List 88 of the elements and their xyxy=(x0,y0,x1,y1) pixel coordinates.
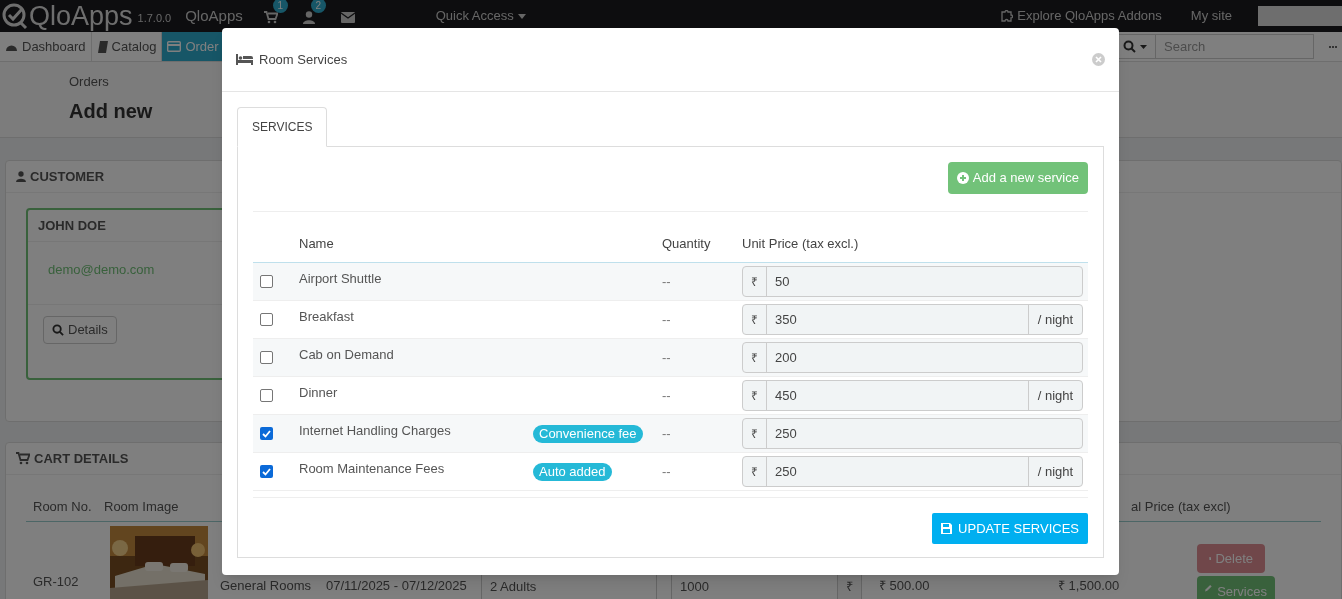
currency-addon: ₹ xyxy=(743,419,767,448)
price-value: 50 xyxy=(774,272,791,291)
more-icon[interactable] xyxy=(1329,45,1337,48)
notification-badge: 2 xyxy=(310,0,326,13)
pencil-icon xyxy=(1205,582,1214,594)
shop-link[interactable]: QloApps xyxy=(185,4,243,28)
table-cell: ₹ 1,500.00 xyxy=(1058,578,1120,593)
price-value: 250 xyxy=(774,462,798,481)
service-tag: Auto added xyxy=(533,462,612,481)
price-value: 450 xyxy=(774,386,798,405)
checkbox[interactable] xyxy=(260,275,273,288)
price-field[interactable]: ₹ 250 / night xyxy=(742,456,1083,487)
currency-addon: ₹ xyxy=(743,381,767,410)
caret-icon xyxy=(1140,44,1147,49)
page-title: Add new xyxy=(69,98,154,124)
price-field[interactable]: ₹ 50 xyxy=(742,266,1083,297)
column-header: Room Image xyxy=(104,498,180,516)
checkbox[interactable] xyxy=(260,313,273,326)
table-cell-text: GR-102 xyxy=(32,573,80,591)
my-site-link[interactable]: My site xyxy=(1190,6,1232,26)
logo-text: QloApps xyxy=(29,2,133,30)
price-field[interactable]: ₹ 450 / night xyxy=(742,380,1083,411)
quantity-cell-text: -- xyxy=(662,272,672,291)
table-cell: 07/11/2025 - 07/12/2025 xyxy=(326,578,467,593)
cart-icon[interactable] xyxy=(263,11,278,24)
quantity-cell-text: -- xyxy=(662,424,672,443)
bed-icon xyxy=(236,54,253,65)
tab[interactable]: SERVICES xyxy=(237,107,328,147)
unit-addon: / night xyxy=(1028,381,1082,410)
checkbox[interactable] xyxy=(260,389,273,402)
price-value: 350 xyxy=(774,310,798,329)
price-field[interactable]: ₹ 250 xyxy=(742,418,1083,449)
price-value: 200 xyxy=(774,348,798,367)
price-field[interactable]: ₹ 200 xyxy=(742,342,1083,373)
checkbox[interactable] xyxy=(260,465,273,478)
column-header: al Price (tax excl) xyxy=(1131,498,1232,516)
search-icon[interactable] xyxy=(1123,40,1136,53)
user-icon[interactable] xyxy=(302,11,315,24)
service-name: Internet Handling Charges xyxy=(299,422,452,440)
quick-access-menu[interactable]: Quick Access xyxy=(435,6,526,26)
card-icon xyxy=(167,41,182,52)
service-name: Airport Shuttle xyxy=(299,270,383,288)
update-services-button[interactable]: UPDATE SERVICES xyxy=(932,513,1088,544)
addons-link[interactable]: Explore QloApps Addons xyxy=(1000,6,1162,26)
logo-icon[interactable] xyxy=(1,2,29,30)
caret-icon xyxy=(517,13,526,19)
cart-icon[interactable] xyxy=(16,452,30,465)
version-text: 1.7.0.0 xyxy=(137,10,172,26)
service-name: Breakfast xyxy=(299,308,355,326)
customer-name: JOHN DOE xyxy=(38,216,106,235)
currency-addon: ₹ xyxy=(743,305,767,334)
quantity-cell-text: -- xyxy=(662,386,672,405)
table-cell: ₹ 500.00 xyxy=(879,578,930,593)
notification-badge: 1 xyxy=(272,0,288,13)
service-name: Cab on Demand xyxy=(299,346,395,364)
column-header: Room No. xyxy=(32,498,93,516)
plus-circle-icon xyxy=(956,172,969,184)
save-icon xyxy=(941,523,953,534)
currency-addon: ₹ xyxy=(743,267,767,296)
nav-tab[interactable]: Dashboard xyxy=(0,32,91,61)
add-service-button[interactable]: Add a new service xyxy=(947,162,1088,194)
checkbox[interactable] xyxy=(260,351,273,364)
currency-addon: ₹ xyxy=(743,343,767,372)
details-button[interactable]: Details xyxy=(43,316,117,344)
panel-title: CART DETAILS xyxy=(34,449,129,468)
price-value: 250 xyxy=(774,424,798,443)
puzzle-icon xyxy=(1000,9,1014,23)
mail-icon[interactable] xyxy=(340,11,355,23)
service-name: Room Maintenance Fees xyxy=(299,460,446,478)
table-cell: General Rooms xyxy=(220,578,312,593)
search-icon xyxy=(52,324,64,336)
currency-addon: ₹ xyxy=(743,457,767,486)
panel-title: CUSTOMER xyxy=(30,167,105,186)
quantity-cell-text: -- xyxy=(662,348,672,367)
user-icon xyxy=(16,171,26,182)
quantity-cell-text: -- xyxy=(662,462,672,481)
column-header: Unit Price (tax excl.) xyxy=(742,234,859,253)
column-header: Name xyxy=(299,234,335,253)
modal-title: Room Services xyxy=(259,50,348,69)
unit-addon: / night xyxy=(1028,457,1082,486)
price-field[interactable]: ₹ 350 / night xyxy=(742,304,1083,335)
quantity-cell-text: -- xyxy=(662,310,672,329)
service-tag: Convenience fee xyxy=(533,424,643,443)
unit-addon: / night xyxy=(1028,305,1082,334)
checkbox[interactable] xyxy=(260,427,273,440)
book-icon xyxy=(96,40,108,53)
service-name: Dinner xyxy=(299,384,339,402)
column-header: Quantity xyxy=(662,234,712,253)
